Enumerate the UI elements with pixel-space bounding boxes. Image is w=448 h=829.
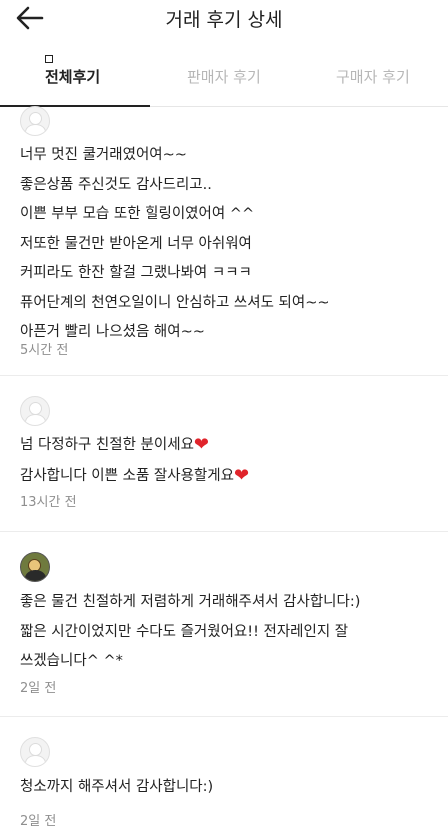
review-item: 좋은 물건 친절하게 저렴하게 거래해주셔서 감사합니다:) 짧은 시간이었지만… xyxy=(0,532,448,717)
tab-bar: 전체후기 판매자 후기 구매자 후기 xyxy=(0,38,448,107)
focus-indicator xyxy=(45,55,53,63)
review-text: 넘 다정하구 친절한 분이세요❤ 감사합니다 이쁜 소품 잘사용할게요❤ xyxy=(20,434,250,486)
page-title: 거래 후기 상세 xyxy=(165,9,283,31)
review-text: 너무 멋진 쿨거래였어여~~ 좋은상품 주신것도 감사드리고.. 이쁜 부부 모… xyxy=(20,147,330,340)
review-text: 좋은 물건 친절하게 저렴하게 거래해주셔서 감사합니다:) 짧은 시간이었지만… xyxy=(20,594,361,669)
tab-seller-reviews[interactable]: 판매자 후기 xyxy=(187,66,261,87)
review-text: 청소까지 해주셔서 감사합니다:) xyxy=(20,779,214,795)
review-item: 청소까지 해주셔서 감사합니다:) 2일 전 xyxy=(0,717,448,829)
heart-icon: ❤ xyxy=(233,464,250,486)
header-bar: 거래 후기 상세 xyxy=(0,0,448,38)
review-item: 넘 다정하구 친절한 분이세요❤ 감사합니다 이쁜 소품 잘사용할게요❤ 13시… xyxy=(0,376,448,532)
review-time: 2일 전 xyxy=(20,814,57,829)
avatar[interactable] xyxy=(20,106,50,136)
review-time: 5시간 전 xyxy=(20,343,69,358)
review-time: 13시간 전 xyxy=(20,495,77,510)
review-time: 2일 전 xyxy=(20,681,57,696)
heart-icon: ❤ xyxy=(193,434,209,455)
tab-buyer-reviews[interactable]: 구매자 후기 xyxy=(336,66,410,87)
avatar[interactable] xyxy=(20,552,50,582)
review-item: 너무 멋진 쿨거래였어여~~ 좋은상품 주신것도 감사드리고.. 이쁜 부부 모… xyxy=(0,106,448,376)
avatar[interactable] xyxy=(20,396,50,426)
avatar[interactable] xyxy=(20,737,50,767)
tab-all-reviews[interactable]: 전체후기 xyxy=(45,66,100,87)
